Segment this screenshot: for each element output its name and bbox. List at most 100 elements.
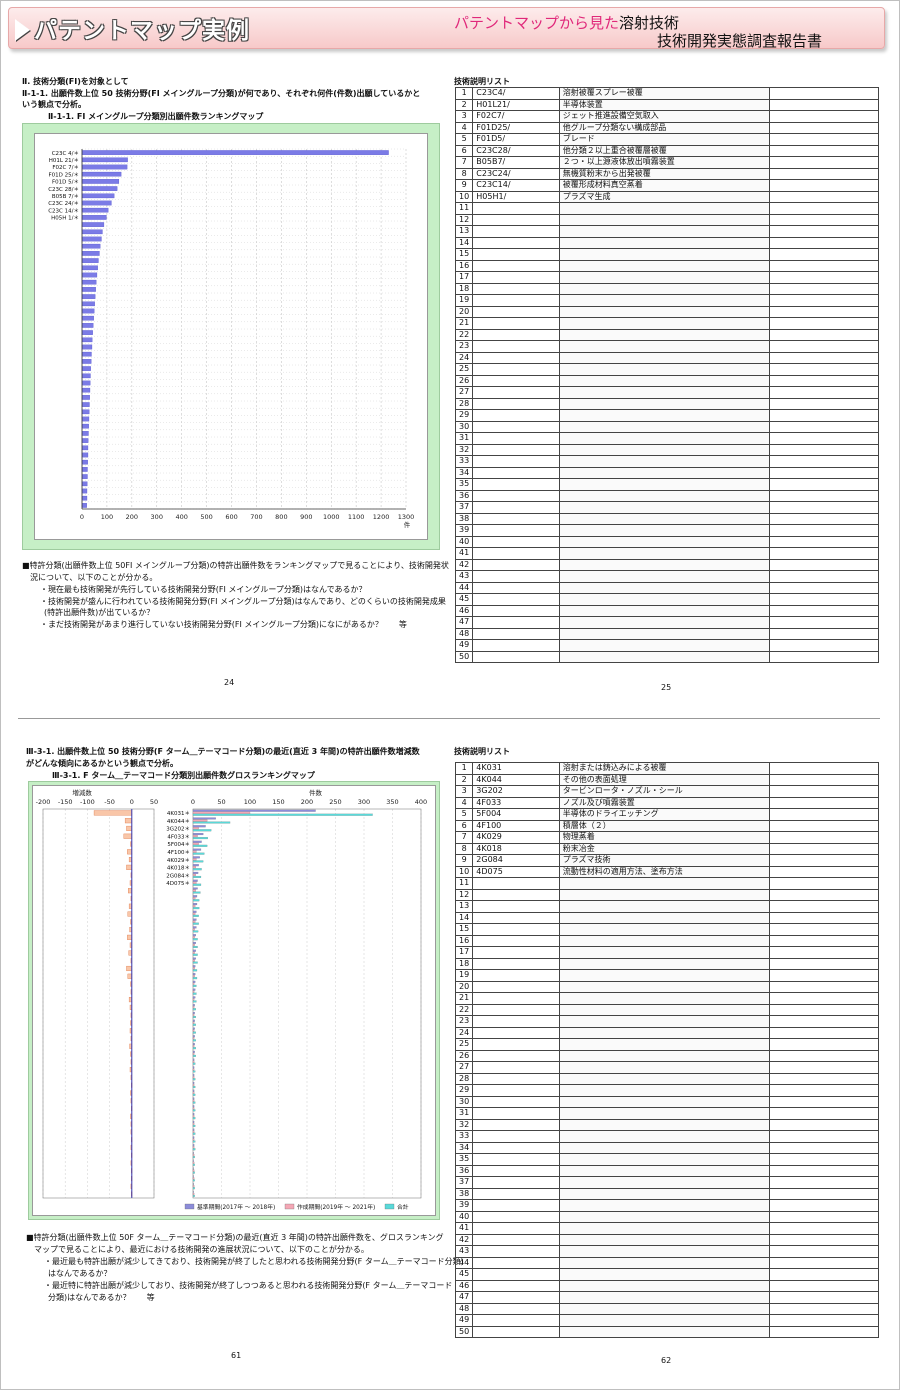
table-row: 48 [454,627,879,640]
table-row: 4 F01D25/他グループ分類ない構成部品 [454,121,879,134]
row-number-cell: 1 [454,87,474,100]
description-cell [558,432,771,445]
description-cell [558,478,771,491]
table-row: 30 [454,1095,879,1108]
sec2-caption: Ⅲ-3-1. F ターム＿テーマコード分類別出願件数グロスランキングマップ [52,771,315,780]
chart2-count-bar [192,889,196,892]
chart2-count-bar [192,1159,194,1162]
chart1-bar [81,222,105,227]
row-number-cell: 44 [454,581,474,594]
code-cell [472,900,560,913]
chart2-category-label: 4F100＊ [167,849,190,856]
table-row: 22 [454,328,879,341]
row-number-cell: 31 [454,1107,474,1120]
row-number-cell: 29 [454,1084,474,1097]
chart2-count-bar [192,1006,195,1009]
chart2-right-tick-label: 100 [244,798,256,806]
chart2-count-bar [192,951,195,954]
description-cell [558,581,771,594]
blank-cell [769,455,879,468]
table-row: 11 [454,877,879,890]
table-row: 48 [454,1302,879,1315]
code-cell [472,581,560,594]
row-number-cell: 38 [454,1187,474,1200]
description-cell [558,1164,771,1177]
description-cell [558,374,771,387]
code-cell [472,1199,560,1212]
description-cell: ２つ・以上源液体放出噴霧装置 [558,156,771,169]
row-number-cell: 35 [454,478,474,491]
table-row: 10 H05H1/プラズマ生成 [454,190,879,203]
chart1-category-label: F01D 5/＊ [52,179,79,186]
page-number-25: 25 [661,683,672,692]
description-cell [558,627,771,640]
blank-cell [769,248,879,261]
code-cell [472,1141,560,1154]
row-number-cell: 7 [454,831,474,844]
chart1-tick-label: 100 [101,513,113,521]
row-number-cell: 24 [454,351,474,364]
chart1-bar [81,294,96,299]
blank-cell [769,236,879,249]
table-row: 35 [454,1153,879,1166]
chart2-left-tick-label: 50 [150,798,158,806]
chart2-count-bar [192,844,208,847]
row-number-cell: 22 [454,1003,474,1016]
chart2-count-bar [192,1192,195,1195]
row-number-cell: 28 [454,1072,474,1085]
row-number-cell: 8 [454,842,474,855]
code-cell [472,328,560,341]
blank-cell [769,604,879,617]
chart2-count-bar [192,858,197,861]
row-number-cell: 48 [454,627,474,640]
row-number-cell: 10 [454,190,474,203]
description-cell [558,911,771,924]
blank-cell [769,1222,879,1235]
blank-cell [769,1026,879,1039]
row-number-cell: 17 [454,946,474,959]
table-row: 37 [454,501,879,514]
table-row: 44 [454,1256,879,1269]
row-number-cell: 43 [454,1245,474,1258]
blank-cell [769,877,879,890]
sec2-tech-list-table: 1 4K031 溶射または鋳込みによる被覆 2 4K044 その他の表面処理 3 3G202 タ… [454,762,879,1338]
chart2-right-tick-label: 400 [415,798,427,806]
chart1-bar [81,423,89,429]
blank-cell [769,911,879,924]
chart2-count-bar [192,1093,196,1096]
sec1-lead-2: いう観点で分析。 [22,100,86,109]
table-row: 50 [454,1325,879,1338]
chart1-bar [81,337,93,343]
blank-cell [769,1199,879,1212]
sec1-heading: Ⅱ. 技術分類(FI)を対象として [22,77,129,86]
chart2-count-bar [192,1039,196,1042]
chart1-bar [81,431,89,436]
table-row: 8 4K018 粉末冶金 [454,842,879,855]
table-row: 6 4F100 積層体（２） [454,819,879,832]
table-row: 49 [454,639,879,652]
code-cell [472,1187,560,1200]
chart2-count-bar [192,959,195,962]
blank-cell [769,466,879,479]
table-row: 38 [454,1187,879,1200]
row-number-cell: 13 [454,225,474,238]
row-number-cell: 50 [454,1325,474,1338]
description-cell [558,558,771,571]
table-row: 28 [454,1072,879,1085]
code-cell [472,877,560,890]
description-cell [558,340,771,353]
row-number-cell: 36 [454,1164,474,1177]
chart1-unit-label: 件 [404,520,411,529]
chart1-bar [81,438,89,443]
table-row: 7 B05B7/２つ・以上源液体放出噴霧装置 [454,156,879,169]
chart1-bar [81,287,96,292]
row-number-cell: 41 [454,1222,474,1235]
chart2-count-bar [192,1117,196,1120]
blank-cell [769,900,879,913]
chart2-count-bar [192,967,195,970]
chart2-count-bar [192,1113,195,1116]
chart2-count-bar [192,1120,195,1123]
blank-cell [769,294,879,307]
description-cell [558,535,771,548]
blank-cell [769,1061,879,1074]
